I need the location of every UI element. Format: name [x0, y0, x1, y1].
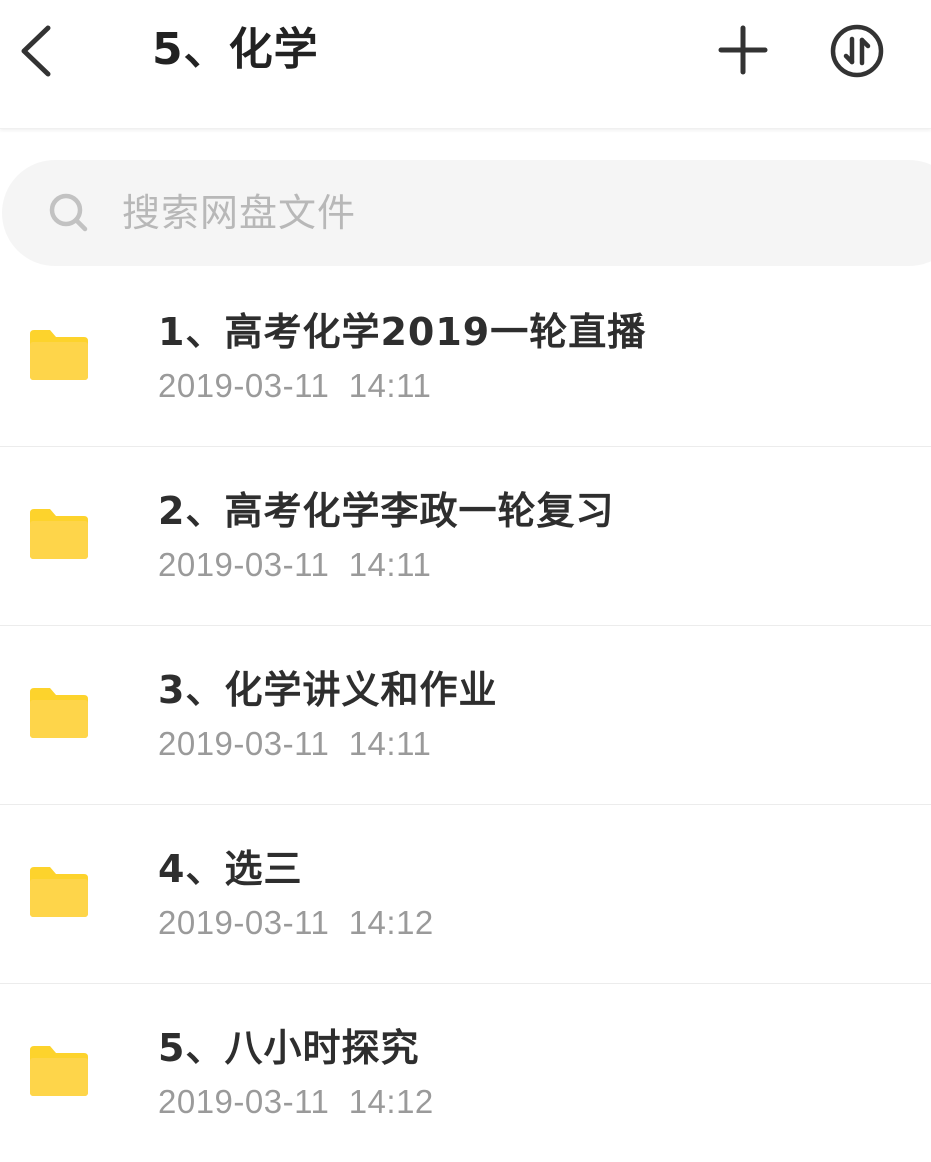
list-item[interactable]: 3、化学讲义和作业 2019-03-11 14:11	[0, 626, 931, 805]
plus-icon	[718, 25, 768, 75]
add-button[interactable]	[712, 22, 774, 78]
file-name: 5、八小时探究	[158, 1026, 420, 1070]
folder-icon	[30, 688, 88, 738]
search-icon	[49, 193, 88, 232]
file-date: 2019-03-11 14:11	[158, 725, 432, 762]
file-date: 2019-03-11 14:12	[158, 904, 434, 941]
folder-icon	[30, 509, 88, 559]
file-date: 2019-03-11 14:11	[158, 367, 432, 404]
folder-icon	[30, 867, 88, 917]
file-name: 2、高考化学李政一轮复习	[158, 489, 615, 533]
list-item[interactable]: 2、高考化学李政一轮复习 2019-03-11 14:11	[0, 447, 931, 626]
folder-icon	[30, 1046, 88, 1096]
page-title: 5、化学	[152, 24, 319, 75]
file-name: 1、高考化学2019一轮直播	[158, 310, 647, 354]
file-date: 2019-03-11 14:12	[158, 1083, 434, 1120]
list-item[interactable]: 5、八小时探究 2019-03-11 14:12	[0, 984, 931, 1162]
top-bar: 5、化学	[0, 0, 931, 129]
file-list: 1、高考化学2019一轮直播 2019-03-11 14:11 2、高考化学李政…	[0, 268, 931, 1162]
folder-icon	[30, 330, 88, 380]
search-placeholder: 搜索网盘文件	[122, 191, 357, 235]
back-button[interactable]	[12, 18, 62, 84]
sort-arrows-icon	[830, 24, 884, 78]
chevron-left-icon	[21, 25, 51, 77]
sort-button[interactable]	[828, 22, 886, 80]
list-item[interactable]: 4、选三 2019-03-11 14:12	[0, 805, 931, 984]
file-name: 3、化学讲义和作业	[158, 668, 498, 712]
list-item[interactable]: 1、高考化学2019一轮直播 2019-03-11 14:11	[0, 268, 931, 447]
file-date: 2019-03-11 14:11	[158, 546, 432, 583]
search-input[interactable]: 搜索网盘文件	[2, 160, 931, 266]
file-name: 4、选三	[158, 847, 303, 891]
